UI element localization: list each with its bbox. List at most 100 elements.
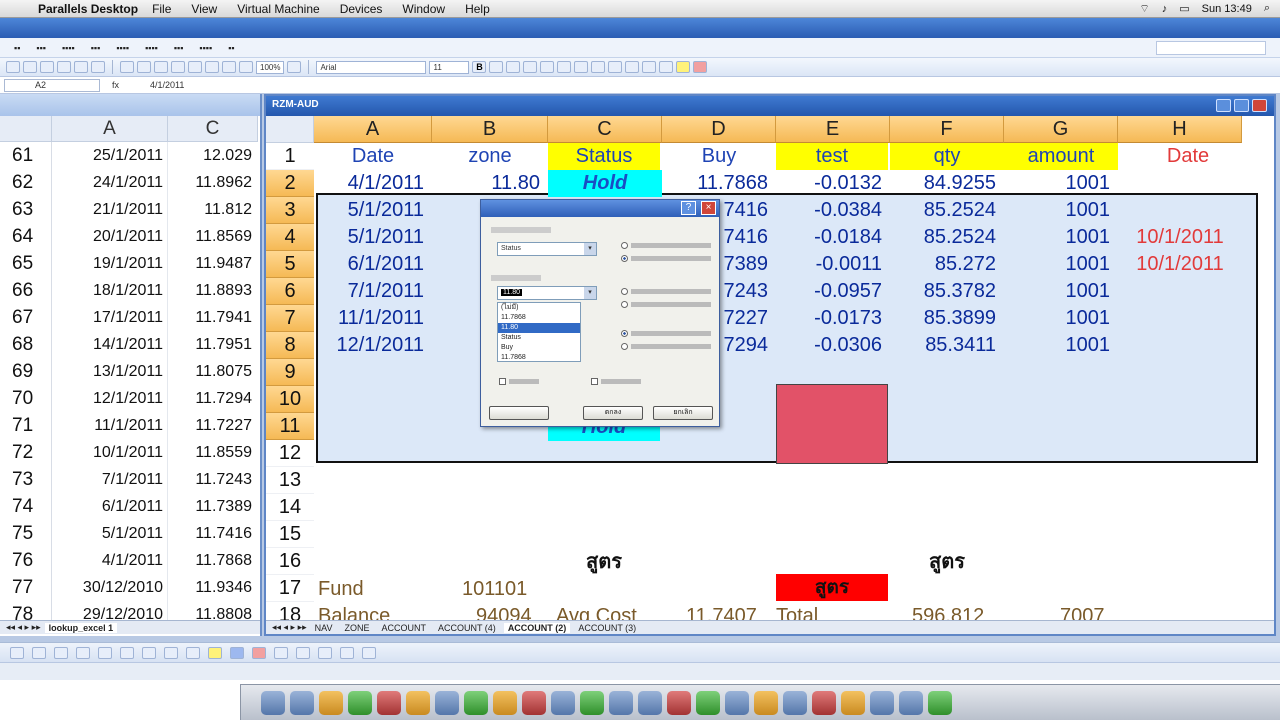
cell-f[interactable]: 85.3899: [890, 305, 1004, 332]
menu-virtual-machine[interactable]: Virtual Machine: [237, 2, 320, 16]
field-dropdown-list[interactable]: (ไม่มี) 11.7868 11.80 Status Buy 11.7868: [497, 302, 581, 362]
descending-radio-3[interactable]: [621, 343, 711, 350]
header-amount[interactable]: amount: [1004, 143, 1118, 170]
date-cell[interactable]: 12/1/2011: [52, 385, 168, 412]
preview-icon[interactable]: [74, 61, 88, 73]
ascending-radio-3[interactable]: [621, 330, 711, 337]
chevron-down-icon[interactable]: ▾: [584, 287, 596, 299]
print-icon[interactable]: [57, 61, 71, 73]
col-header-e[interactable]: E: [776, 116, 890, 143]
sheet-tab-account-2[interactable]: ACCOUNT (2): [503, 622, 571, 633]
cut-icon[interactable]: [120, 61, 134, 73]
date-cell[interactable]: 13/1/2011: [52, 358, 168, 385]
row-header[interactable]: 12: [266, 440, 314, 467]
excel-menu-item[interactable]: ▪▪: [228, 43, 234, 53]
ok-button[interactable]: ตกลง: [583, 406, 643, 420]
copy-icon[interactable]: [137, 61, 151, 73]
cell-f[interactable]: 85.272: [890, 251, 1004, 278]
cell-a[interactable]: 4/1/2011: [314, 170, 432, 197]
preview-icon[interactable]: [464, 690, 488, 715]
shadow-icon[interactable]: [340, 646, 354, 659]
row-header[interactable]: 18: [266, 602, 314, 620]
row-header[interactable]: 77: [0, 574, 52, 601]
cell-f[interactable]: 85.2524: [890, 197, 1004, 224]
parallels-icon[interactable]: [551, 690, 575, 715]
row-header[interactable]: 14: [266, 494, 314, 521]
itunes-icon[interactable]: [493, 690, 517, 715]
row-header[interactable]: 66: [0, 277, 52, 304]
row-header[interactable]: 73: [0, 466, 52, 493]
excel-menu-item[interactable]: ▪▪▪: [174, 43, 184, 53]
indent-icon[interactable]: [642, 61, 657, 73]
row-header[interactable]: 68: [0, 331, 52, 358]
row-header[interactable]: 15: [266, 521, 314, 548]
date-cell[interactable]: 6/1/2011: [52, 493, 168, 520]
excel-menu-item[interactable]: ▪▪: [14, 43, 20, 53]
date-cell[interactable]: 24/1/2011: [52, 169, 168, 196]
formula-input[interactable]: 4/1/2011: [150, 80, 184, 90]
date-cell[interactable]: 20/1/2011: [52, 223, 168, 250]
price-cell[interactable]: 11.7951: [168, 331, 258, 358]
cell-h[interactable]: 10/1/2011: [1118, 251, 1242, 278]
right-workbook-window[interactable]: RZM-AUD ABCDEFGH 2 4/1/2011 11.80 Hold 11.78…: [264, 94, 1276, 636]
ichat-icon[interactable]: [406, 690, 430, 715]
ascending-radio-2[interactable]: [621, 288, 711, 295]
list-item[interactable]: (ไม่มี): [498, 303, 580, 313]
firefox-icon[interactable]: [377, 690, 401, 715]
cancel-button[interactable]: ยกเลิก: [653, 406, 713, 420]
left-workbook-window[interactable]: A C 61 25/1/2011 12.029 62 24/1/2011 11.8962 6…: [0, 94, 262, 636]
avg-cost-value[interactable]: 11.7407: [686, 603, 776, 620]
date-cell[interactable]: 5/1/2011: [52, 520, 168, 547]
autosum-icon[interactable]: [205, 61, 219, 73]
col-header-a[interactable]: A: [314, 116, 432, 143]
cell-e[interactable]: -0.0957: [776, 278, 890, 305]
excel-menu-item[interactable]: ▪▪▪: [91, 43, 101, 53]
cell-e[interactable]: -0.0306: [776, 332, 890, 359]
header-row-radio[interactable]: [499, 378, 539, 385]
cell-a[interactable]: 7/1/2011: [314, 278, 432, 305]
autoshapes-icon[interactable]: [32, 646, 46, 659]
cell-f[interactable]: 85.2524: [890, 224, 1004, 251]
price-cell[interactable]: 11.7294: [168, 385, 258, 412]
cell-a[interactable]: 11/1/2011: [314, 305, 432, 332]
iphoto-icon[interactable]: [522, 690, 546, 715]
excel-menu-item[interactable]: ▪▪▪▪: [199, 43, 212, 53]
calendar-icon[interactable]: [435, 690, 459, 715]
row-header[interactable]: 63: [0, 196, 52, 223]
corner-cell[interactable]: [266, 116, 314, 143]
bold-icon[interactable]: B: [472, 61, 487, 73]
total-label[interactable]: Total: [776, 603, 856, 620]
row-header[interactable]: 64: [0, 223, 52, 250]
font-color-icon[interactable]: [252, 646, 266, 659]
header-date-h[interactable]: Date: [1118, 143, 1258, 170]
row-header[interactable]: 4: [266, 224, 314, 251]
cell-b[interactable]: 11.80: [432, 170, 548, 197]
help-icon[interactable]: [287, 61, 302, 73]
date-cell[interactable]: 10/1/2011: [52, 439, 168, 466]
font-color-icon[interactable]: [693, 61, 708, 73]
row-header[interactable]: 10: [266, 386, 314, 413]
safari-icon[interactable]: [348, 690, 372, 715]
fill-color-icon[interactable]: [208, 646, 222, 659]
row-header[interactable]: 69: [0, 358, 52, 385]
documents-stack-icon[interactable]: [870, 690, 894, 715]
cell-h[interactable]: 10/1/2011: [1118, 224, 1242, 251]
col-header-h[interactable]: H: [1118, 116, 1242, 143]
arrow-style-icon[interactable]: [318, 646, 332, 659]
row-header[interactable]: 72: [0, 439, 52, 466]
align-right-icon[interactable]: [557, 61, 572, 73]
sheet-tab-lookup[interactable]: lookup_excel 1: [44, 622, 118, 633]
price-cell[interactable]: 11.7227: [168, 412, 258, 439]
then-by-combo[interactable]: 11.80 ▾: [497, 286, 597, 300]
redo-icon[interactable]: [188, 61, 202, 73]
header-zone[interactable]: zone: [432, 143, 548, 170]
date-cell[interactable]: 11/1/2011: [52, 412, 168, 439]
spotlight-icon[interactable]: ⌕: [1264, 2, 1270, 15]
row-header[interactable]: 70: [0, 385, 52, 412]
date-cell[interactable]: 7/1/2011: [52, 466, 168, 493]
date-cell[interactable]: 21/1/2011: [52, 196, 168, 223]
row-header[interactable]: 11: [266, 413, 314, 440]
row-header[interactable]: 8: [266, 332, 314, 359]
row-header[interactable]: 71: [0, 412, 52, 439]
arrow-icon[interactable]: [76, 646, 90, 659]
